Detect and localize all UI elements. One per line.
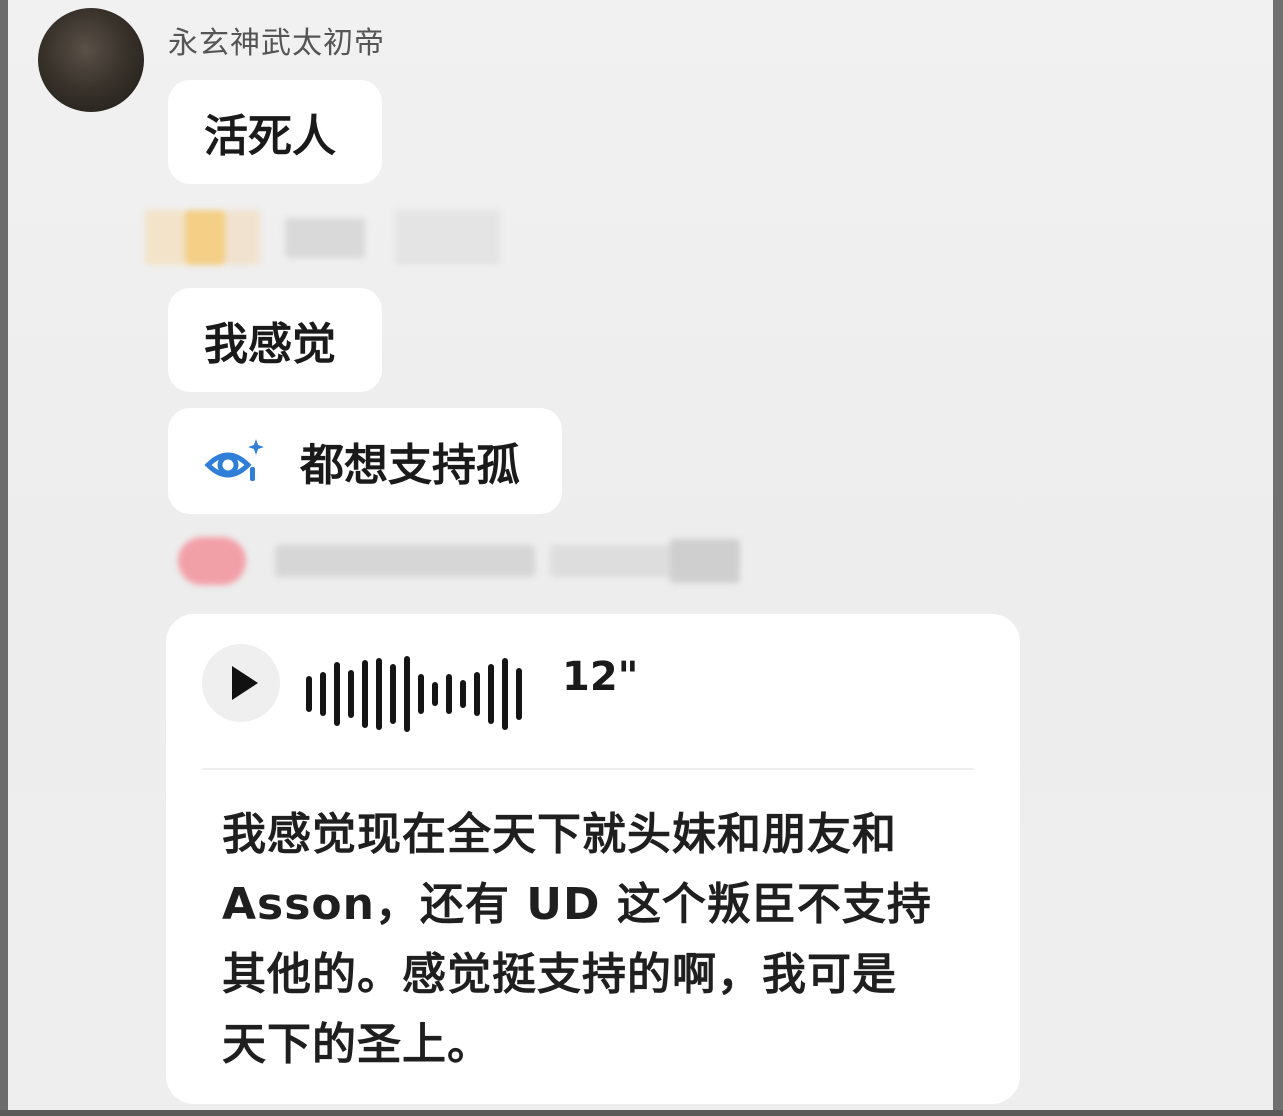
voice-message-card[interactable]: 12" 我感觉现在全天下就头妹和朋友和 Asson，还有 UD 这个叛臣不支持 … bbox=[166, 614, 1020, 1104]
transcript-line: 其他的。感觉挺支持的啊，我可是 bbox=[222, 949, 897, 1000]
waveform-bar bbox=[334, 662, 340, 726]
avatar[interactable] bbox=[38, 8, 144, 112]
sender-name: 永玄神武太初帝 bbox=[168, 26, 385, 61]
transcript-line: 天下的圣上。 bbox=[222, 1019, 492, 1070]
message-bubble[interactable]: 我感觉 bbox=[168, 288, 382, 392]
screen-edge-right bbox=[1273, 0, 1283, 1116]
waveform-bar bbox=[306, 676, 312, 712]
message-text: 活死人 bbox=[204, 111, 336, 162]
waveform-bar bbox=[446, 674, 452, 714]
waveform-bar bbox=[376, 658, 382, 730]
eye-sparkle-icon bbox=[204, 431, 270, 491]
voice-transcript: 我感觉现在全天下就头妹和朋友和 Asson，还有 UD 这个叛臣不支持 其他的。… bbox=[222, 800, 982, 1080]
waveform-bar bbox=[432, 682, 438, 706]
divider bbox=[202, 768, 974, 770]
waveform-bar bbox=[320, 672, 326, 716]
message-text: 我感觉 bbox=[204, 319, 336, 370]
transcript-line: Asson，还有 UD 这个叛臣不支持 bbox=[222, 879, 932, 930]
transcript-line: 我感觉现在全天下就头妹和朋友和 bbox=[222, 809, 897, 860]
waveform-bar bbox=[516, 668, 522, 720]
voice-duration: 12" bbox=[562, 654, 639, 700]
waveform-bar bbox=[348, 670, 354, 718]
waveform-bar bbox=[474, 672, 480, 716]
waveform-icon bbox=[306, 654, 526, 734]
message-bubble[interactable]: 活死人 bbox=[168, 80, 382, 184]
waveform-bar bbox=[362, 660, 368, 728]
waveform-bar bbox=[502, 658, 508, 730]
waveform-bar bbox=[488, 664, 494, 724]
waveform-bar bbox=[390, 664, 396, 724]
waveform-bar bbox=[404, 656, 410, 732]
play-icon[interactable] bbox=[202, 644, 280, 722]
message-bubble[interactable]: 都想支持孤 bbox=[168, 408, 562, 514]
waveform-bar bbox=[460, 680, 466, 708]
screen-edge-bottom bbox=[0, 1110, 1283, 1116]
screen-edge-left bbox=[0, 0, 8, 1116]
waveform-bar bbox=[418, 674, 424, 714]
message-text: 都想支持孤 bbox=[300, 440, 520, 491]
